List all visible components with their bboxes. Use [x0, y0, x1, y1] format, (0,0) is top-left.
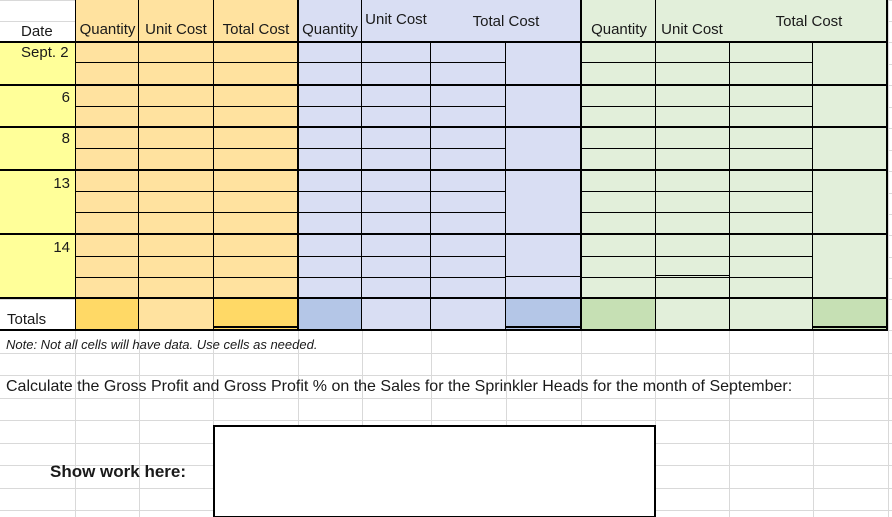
totals-cogs-unit: [362, 299, 506, 329]
table-bottom: [0, 329, 888, 331]
border-line: [75, 0, 76, 330]
header-date: Date: [21, 23, 53, 40]
inner-line: [581, 191, 812, 192]
date-cell-6[interactable]: 6: [20, 89, 70, 106]
row-separator: [0, 297, 888, 299]
inner-line: [655, 256, 729, 257]
header-cogs-quantity: Quantity: [302, 20, 358, 38]
border-line: [655, 0, 656, 330]
header-purchases-unit-cost: Unit Cost: [145, 20, 207, 38]
inner-line: [75, 277, 506, 278]
totals-purchases-qty: [75, 299, 138, 329]
inner-line: [581, 212, 812, 213]
header-cogs-unit-cost: Unit Cost: [365, 10, 427, 28]
inner-line: [581, 148, 812, 149]
inner-line: [506, 276, 581, 277]
purchases-fill: [75, 0, 298, 298]
row-separator: [0, 233, 888, 235]
border-line: [138, 0, 139, 330]
date-cell-sept-2[interactable]: Sept. 2: [21, 45, 69, 60]
inner-line: [75, 148, 506, 149]
totals-balance-qty: [581, 299, 655, 329]
totals-underline: [813, 326, 888, 328]
totals-underline: [213, 326, 298, 328]
border-line: [886, 0, 888, 330]
header-purchases-total-cost: Total Cost: [222, 20, 290, 38]
note-text: Note: Not all cells will have data. Use …: [6, 337, 318, 352]
totals-label: Totals: [7, 311, 47, 328]
inner-line: [75, 62, 506, 63]
show-work-label: Show work here:: [50, 462, 187, 481]
border-line: [361, 0, 362, 330]
totals-balance-unit: [655, 299, 813, 329]
row-separator: [0, 169, 888, 171]
totals-cogs-qty: [298, 299, 362, 329]
date-cell-13[interactable]: 13: [20, 175, 70, 192]
date-cell-14[interactable]: 14: [20, 239, 70, 256]
inner-line: [581, 106, 812, 107]
row-separator: [0, 84, 888, 86]
work-area-box[interactable]: [213, 425, 656, 517]
row-separator: [0, 126, 888, 128]
inner-line: [581, 62, 812, 63]
balance-fill: [581, 0, 888, 298]
totals-balance-total: [813, 299, 888, 329]
border-line: [297, 0, 299, 330]
instruction-text: Calculate the Gross Profit and Gross Pro…: [6, 378, 793, 395]
cogs-fill: [298, 0, 581, 298]
header-balance-unit-cost: Unit Cost: [661, 20, 723, 38]
border-line: [213, 0, 214, 330]
inner-line: [655, 275, 729, 276]
inner-line: [75, 191, 506, 192]
inner-line: [581, 277, 812, 278]
date-cell-8[interactable]: 8: [20, 130, 70, 147]
totals-cogs-total: [506, 299, 581, 329]
border-line: [580, 0, 582, 330]
totals-purchases-total: [213, 299, 298, 329]
header-purchases-quantity: Quantity: [79, 20, 136, 38]
inner-line: [75, 256, 506, 257]
spreadsheet[interactable]: Date Quantity Unit Cost Total Cost Quant…: [0, 0, 892, 517]
header-cogs-total-cost: Total Cost: [472, 12, 540, 30]
totals-underline: [506, 326, 581, 328]
inner-line: [75, 106, 506, 107]
header-balance-quantity: Quantity: [591, 20, 647, 38]
header-balance-total-cost: Total Cost: [775, 12, 843, 30]
totals-purchases-unit: [138, 299, 213, 329]
inner-line: [75, 212, 506, 213]
